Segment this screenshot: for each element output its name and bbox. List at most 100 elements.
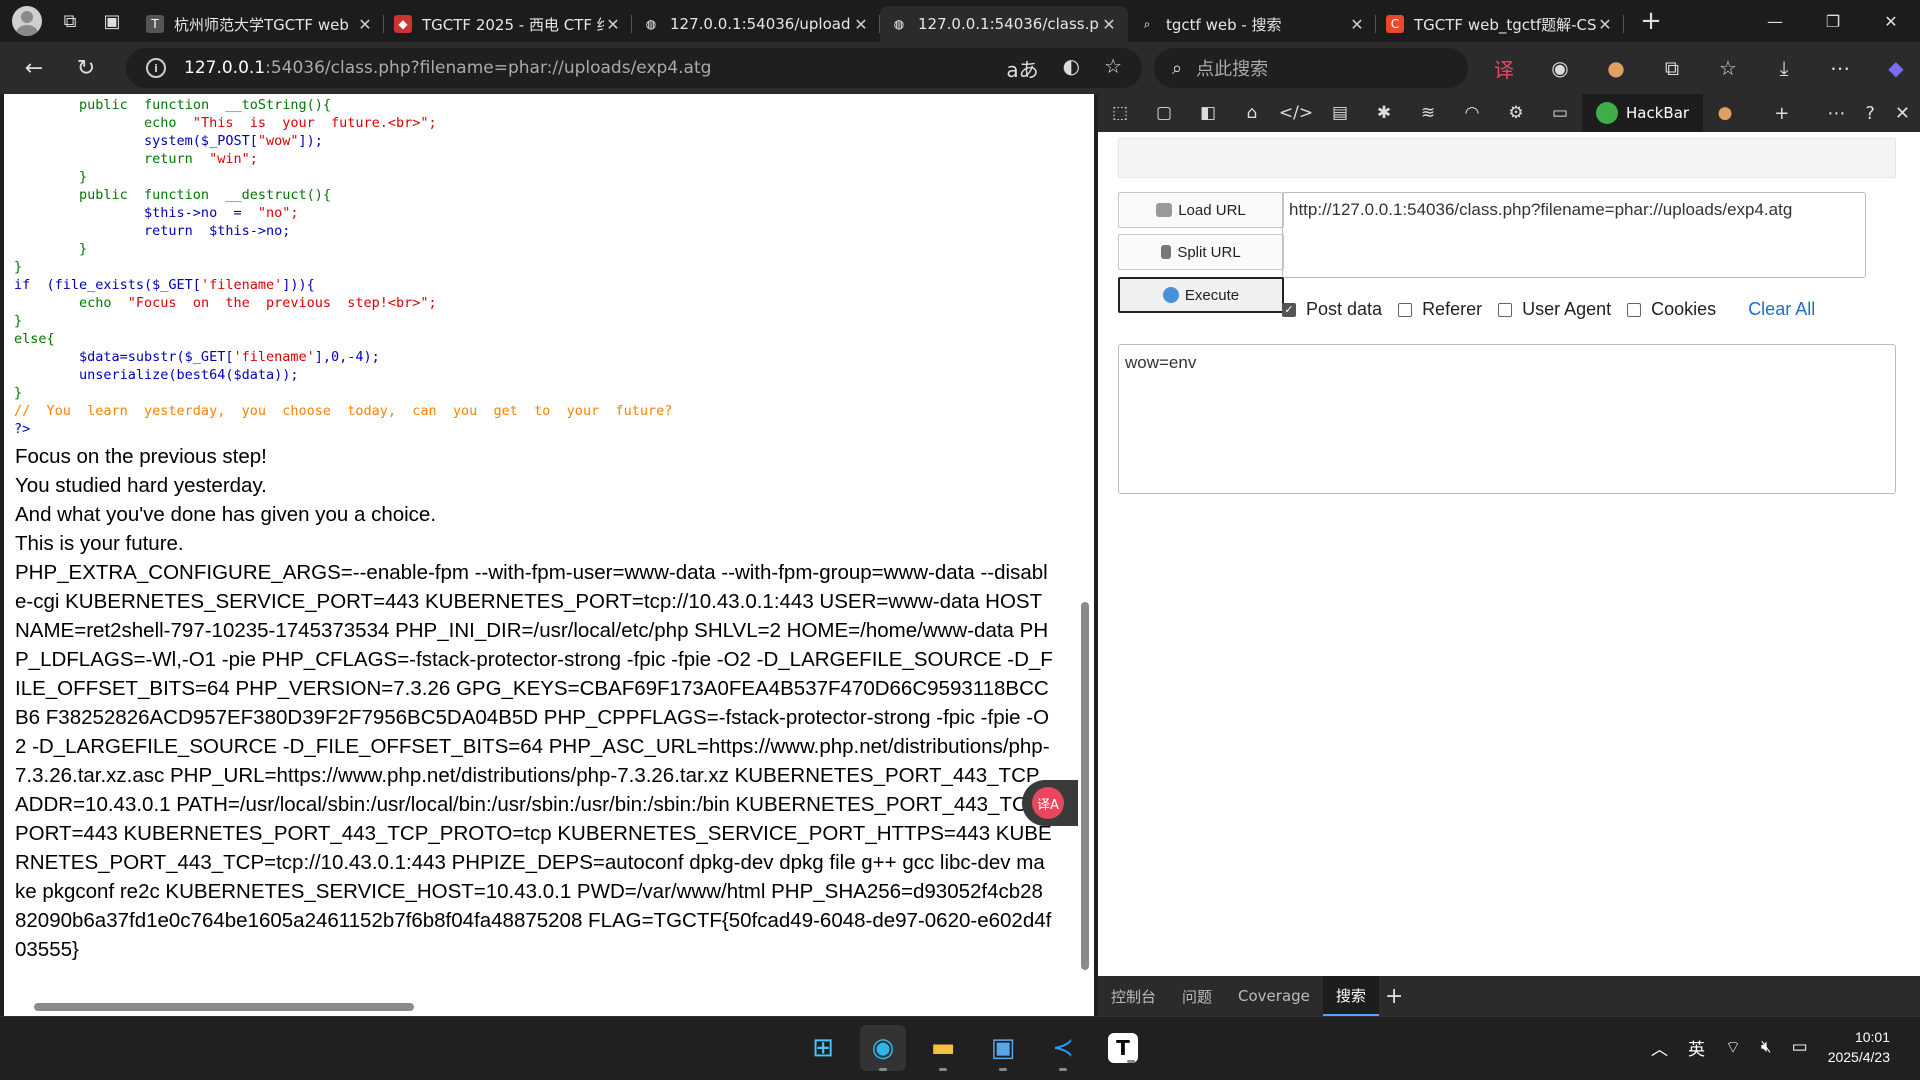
tab-close-icon[interactable]: ✕	[356, 15, 374, 34]
code-token: }	[14, 169, 88, 185]
horizontal-scroll-thumb[interactable]	[34, 1003, 414, 1011]
close-devtools-icon[interactable]: ✕	[1895, 103, 1910, 124]
post-data-label: Post data	[1306, 299, 1383, 319]
horizontal-scrollbar[interactable]	[4, 998, 1094, 1016]
execute-button[interactable]: Execute	[1118, 277, 1284, 313]
tab-5[interactable]: C TGCTF web_tgctf题解-CSD ✕	[1376, 6, 1624, 42]
profile-avatar[interactable]	[12, 6, 42, 36]
dock-icon[interactable]: ◧	[1186, 94, 1230, 132]
drawer-tab-search[interactable]: 搜索	[1322, 976, 1379, 1016]
clock[interactable]: 10:01 2025/4/23	[1828, 1027, 1890, 1067]
new-tab-button[interactable]: +	[1636, 6, 1666, 36]
tab-close-icon[interactable]: ✕	[604, 15, 622, 34]
battery-icon[interactable]: ▭	[1792, 1037, 1808, 1057]
inspect-icon[interactable]: ⬚	[1098, 94, 1142, 132]
search-placeholder: 点此搜索	[1196, 59, 1269, 80]
edge-taskbar-icon[interactable]: ◉	[860, 1025, 906, 1071]
typora-icon[interactable]: T	[1108, 1033, 1138, 1063]
tab-4[interactable]: ⌕ tgctf web - 搜索 ✕	[1128, 6, 1376, 42]
clear-all-link[interactable]: Clear All	[1748, 299, 1815, 320]
network-icon[interactable]: ≋	[1406, 94, 1450, 132]
refresh-button[interactable]: ↻	[68, 50, 104, 86]
tab-actions-icon[interactable]: ▣	[98, 7, 126, 35]
vertical-scroll-thumb[interactable]	[1081, 602, 1089, 970]
favorite-star-icon[interactable]: ☆	[1104, 54, 1122, 83]
application-icon[interactable]: ▭	[1538, 94, 1582, 132]
tab-2[interactable]: ◍ 127.0.0.1:54036/upload.ph✕	[632, 6, 880, 42]
post-data-checkbox[interactable]: ✓	[1282, 302, 1296, 317]
close-window-button[interactable]: ✕	[1862, 0, 1920, 42]
tab-close-icon[interactable]: ✕	[1348, 15, 1366, 34]
drawer-tab-issues[interactable]: 问题	[1169, 976, 1225, 1016]
vscode-icon[interactable]: ≺	[1040, 1025, 1086, 1071]
extensions-icon[interactable]: ⧉	[1654, 48, 1690, 88]
memory-icon[interactable]: ⚙	[1494, 94, 1538, 132]
drawer-tab-coverage[interactable]: Coverage	[1225, 976, 1323, 1016]
post-data-textarea[interactable]: wow=env	[1118, 344, 1896, 494]
store-icon[interactable]: ▣	[980, 1025, 1026, 1071]
code-token: 'filename'	[233, 349, 315, 365]
collections-icon[interactable]: ☆	[1710, 48, 1746, 88]
help-icon[interactable]: ?	[1865, 103, 1875, 124]
restore-button[interactable]: ❐	[1804, 0, 1862, 42]
vertical-scrollbar[interactable]	[1076, 94, 1094, 998]
tab-title: TGCTF 2025 - 西电 CTF 终	[422, 15, 604, 34]
user-agent-option[interactable]: User Agent	[1498, 299, 1611, 320]
cookie-tab-icon[interactable]: ●	[1703, 94, 1747, 132]
referer-checkbox[interactable]	[1398, 302, 1413, 317]
search-box[interactable]: ⌕ 点此搜索	[1154, 48, 1468, 88]
file-explorer-icon[interactable]: ▬	[920, 1025, 966, 1071]
wifi-icon[interactable]: ⌔	[1725, 1037, 1741, 1058]
tab-close-icon[interactable]: ✕	[1100, 15, 1118, 34]
post-data-option[interactable]: ✓ Post data	[1282, 299, 1382, 320]
device-icon[interactable]: ▢	[1142, 94, 1186, 132]
welcome-home-icon[interactable]: ⌂	[1230, 94, 1274, 132]
workspaces-icon[interactable]: ⧉	[56, 7, 84, 35]
translate-extension-icon[interactable]: 译	[1486, 48, 1522, 88]
site-info-icon[interactable]: i	[146, 58, 166, 78]
downloads-icon[interactable]: ⤓	[1766, 48, 1802, 88]
tab-close-icon[interactable]: ✕	[1596, 15, 1614, 34]
code-token: }	[14, 385, 23, 401]
performance-icon[interactable]: ◠	[1450, 94, 1494, 132]
php-source: public function __toString(){ echo "This…	[4, 94, 1076, 438]
code-token: return $this->no;	[14, 223, 291, 239]
cookies-label: Cookies	[1651, 299, 1717, 319]
console-icon[interactable]: ▤	[1318, 94, 1362, 132]
split-url-icon	[1161, 245, 1172, 259]
copilot-icon[interactable]: ◆	[1878, 48, 1914, 88]
tab-hackbar[interactable]: HackBar	[1582, 94, 1704, 132]
address-bar[interactable]: i 127.0.0.1:54036/class.php?filename=pha…	[126, 48, 1142, 88]
user-agent-label: User Agent	[1522, 299, 1612, 319]
sources-bug-icon[interactable]: ✱	[1362, 94, 1406, 132]
cookie-extension-icon[interactable]: ●	[1598, 48, 1634, 88]
user-agent-checkbox[interactable]	[1498, 302, 1513, 317]
volume-icon[interactable]: 🔇︎	[1761, 1037, 1772, 1057]
minimize-button[interactable]: —	[1746, 0, 1804, 42]
record-extension-icon[interactable]: ◉	[1542, 48, 1578, 88]
tab-0[interactable]: T 杭州师范大学TGCTF web ✕	[136, 6, 384, 42]
more-icon[interactable]: ⋯	[1827, 103, 1845, 124]
referer-option[interactable]: Referer	[1398, 299, 1482, 320]
tab-close-icon[interactable]: ✕	[852, 15, 870, 34]
edge-icon[interactable]: ◐	[1063, 54, 1080, 83]
start-icon[interactable]: ⊞	[800, 1025, 846, 1071]
back-button[interactable]: ←	[16, 50, 52, 86]
url-textarea[interactable]: http://127.0.0.1:54036/class.php?filenam…	[1282, 192, 1866, 278]
ime-indicator[interactable]: 英	[1688, 1035, 1705, 1060]
drawer-tab-console[interactable]: 控制台	[1098, 976, 1169, 1016]
tab-3[interactable]: ◍ 127.0.0.1:54036/class.php ✕	[880, 6, 1128, 42]
drawer-add-icon[interactable]: +	[1385, 984, 1403, 1009]
translate-float-button[interactable]: 译A	[1022, 780, 1078, 826]
cookies-option[interactable]: Cookies	[1627, 299, 1716, 320]
tab-1[interactable]: ◆ TGCTF 2025 - 西电 CTF 终 ✕	[384, 6, 632, 42]
read-aloud-icon[interactable]: aあ	[1006, 54, 1038, 83]
menu-icon[interactable]: ⋯	[1822, 48, 1858, 88]
add-tool-icon[interactable]: +	[1774, 103, 1789, 124]
load-url-button[interactable]: Load URL	[1118, 192, 1284, 228]
elements-icon[interactable]: </>	[1274, 94, 1318, 132]
tray-overflow-icon[interactable]: ︿	[1651, 1035, 1668, 1060]
split-url-button[interactable]: Split URL	[1118, 234, 1284, 270]
devtools-actions: + ⋯ ? ✕	[1774, 94, 1910, 132]
cookies-checkbox[interactable]	[1627, 302, 1642, 317]
